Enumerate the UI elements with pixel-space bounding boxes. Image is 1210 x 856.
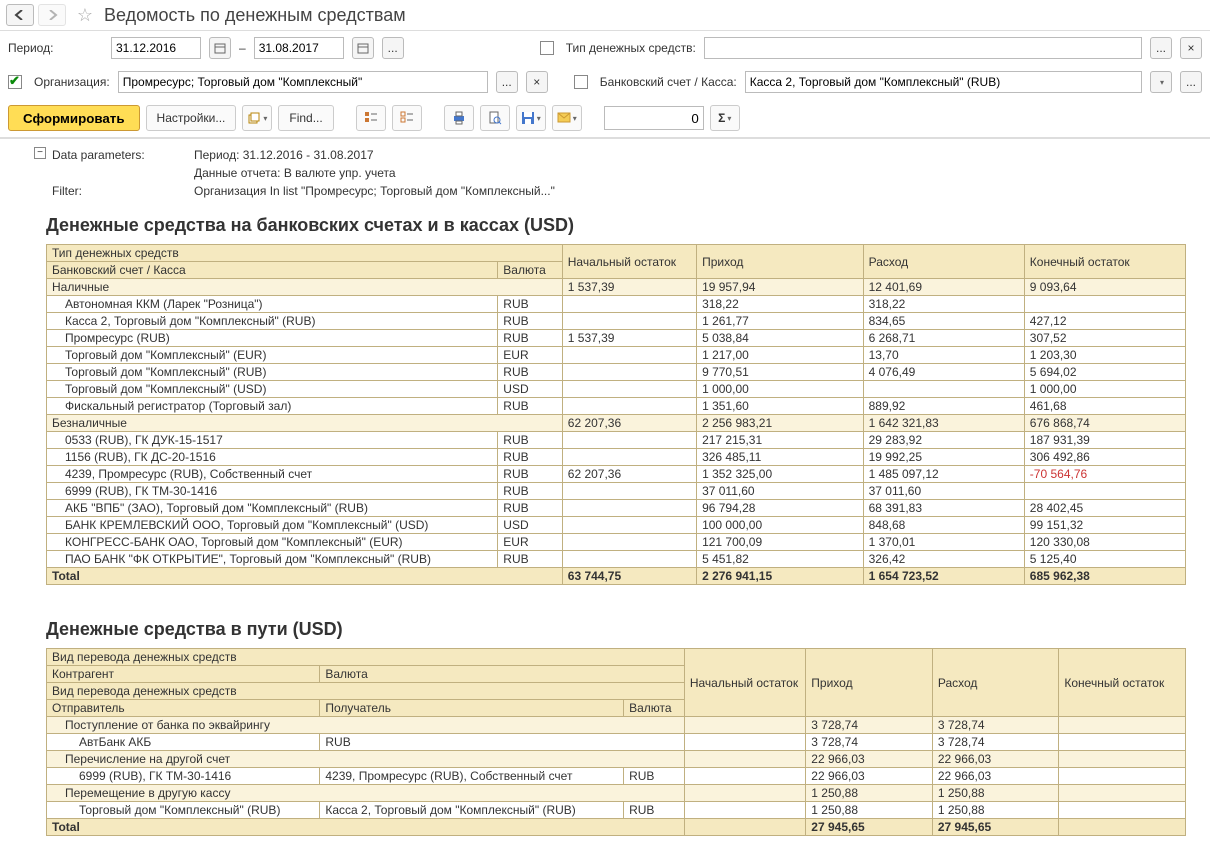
data-row[interactable]: Промресурс (RUB)RUB1 537,395 038,846 268…: [47, 330, 1186, 347]
group-row[interactable]: Наличные1 537,3919 957,9412 401,699 093,…: [47, 279, 1186, 296]
period-separator: –: [239, 41, 246, 55]
account-dropdown-button[interactable]: ▾: [1150, 71, 1172, 93]
total-row: Total27 945,6527 945,65: [47, 819, 1186, 836]
funds-type-clear-button[interactable]: ×: [1180, 37, 1202, 59]
copy-button[interactable]: ▾: [242, 105, 272, 131]
data-row[interactable]: АКБ "ВПБ" (ЗАО), Торговый дом "Комплексн…: [47, 500, 1186, 517]
email-button[interactable]: ▾: [552, 105, 582, 131]
settings-button[interactable]: Настройки...: [146, 105, 237, 131]
funds-type-label: Тип денежных средств:: [566, 41, 696, 55]
sigma-button[interactable]: Σ▾: [710, 105, 740, 131]
data-row[interactable]: 1156 (RUB), ГК ДС-20-1516RUB326 485,1119…: [47, 449, 1186, 466]
data-row[interactable]: Фискальный регистратор (Торговый зал)RUB…: [47, 398, 1186, 415]
data-row[interactable]: Торговый дом "Комплексный" (RUB)RUB9 770…: [47, 364, 1186, 381]
org-select-button[interactable]: ...: [496, 71, 518, 93]
favorite-star-icon[interactable]: ☆: [74, 4, 96, 26]
group-row[interactable]: Перечисление на другой счет22 966,0322 9…: [47, 751, 1186, 768]
data-row[interactable]: Торговый дом "Комплексный" (USD)USD1 000…: [47, 381, 1186, 398]
account-checkbox[interactable]: [574, 75, 588, 89]
data-row[interactable]: 6999 (RUB), ГК ТМ-30-1416RUB37 011,6037 …: [47, 483, 1186, 500]
data-row[interactable]: 6999 (RUB), ГК ТМ-30-14164239, Промресур…: [47, 768, 1186, 785]
total-row: Total63 744,752 276 941,151 654 723,5268…: [47, 568, 1186, 585]
data-row[interactable]: БАНК КРЕМЛЕВСКИЙ ООО, Торговый дом "Комп…: [47, 517, 1186, 534]
sum-field[interactable]: [604, 106, 704, 130]
org-input[interactable]: [118, 71, 488, 93]
expand-all-button[interactable]: [356, 105, 386, 131]
collapse-all-button[interactable]: [392, 105, 422, 131]
account-label: Банковский счет / Касса:: [600, 75, 737, 89]
section2-title: Денежные средства в пути (USD): [46, 619, 1202, 640]
save-button[interactable]: ▾: [516, 105, 546, 131]
data-row[interactable]: Автономная ККМ (Ларек "Розница")RUB318,2…: [47, 296, 1186, 313]
calendar-from-icon[interactable]: [209, 37, 231, 59]
org-label: Организация:: [34, 75, 110, 89]
calendar-to-icon[interactable]: [352, 37, 374, 59]
account-input[interactable]: [745, 71, 1142, 93]
params-table: Data parameters:Период: 31.12.2016 - 31.…: [46, 145, 561, 201]
page-title: Ведомость по денежным средствам: [104, 5, 406, 26]
section2-table: Вид перевода денежных средствНачальный о…: [46, 648, 1186, 836]
preview-button[interactable]: [480, 105, 510, 131]
data-row[interactable]: КОНГРЕСС-БАНК ОАО, Торговый дом "Комплек…: [47, 534, 1186, 551]
data-row[interactable]: Торговый дом "Комплексный" (RUB)Касса 2,…: [47, 802, 1186, 819]
org-clear-button[interactable]: ×: [526, 71, 548, 93]
print-button[interactable]: [444, 105, 474, 131]
period-to-input[interactable]: [254, 37, 344, 59]
period-select-button[interactable]: ...: [382, 37, 404, 59]
org-checkbox[interactable]: [8, 75, 22, 89]
section1-table: Тип денежных средствНачальный остатокПри…: [46, 244, 1186, 585]
tree-toggle[interactable]: −: [34, 147, 46, 159]
data-row[interactable]: 4239, Промресурс (RUB), Собственный счет…: [47, 466, 1186, 483]
find-button[interactable]: Find...: [278, 105, 333, 131]
group-row[interactable]: Безналичные62 207,362 256 983,211 642 32…: [47, 415, 1186, 432]
group-row[interactable]: Перемещение в другую кассу1 250,881 250,…: [47, 785, 1186, 802]
back-button[interactable]: [6, 4, 34, 26]
data-row[interactable]: ПАО БАНК "ФК ОТКРЫТИЕ", Торговый дом "Ко…: [47, 551, 1186, 568]
funds-type-input[interactable]: [704, 37, 1142, 59]
generate-button[interactable]: Сформировать: [8, 105, 140, 131]
funds-type-select-button[interactable]: ...: [1150, 37, 1172, 59]
data-row[interactable]: АвтБанк АКБRUB3 728,743 728,74: [47, 734, 1186, 751]
data-row[interactable]: Касса 2, Торговый дом "Комплексный" (RUB…: [47, 313, 1186, 330]
group-row[interactable]: Поступление от банка по эквайрингу3 728,…: [47, 717, 1186, 734]
forward-button[interactable]: [38, 4, 66, 26]
funds-type-checkbox[interactable]: [540, 41, 554, 55]
period-label: Период:: [8, 41, 103, 55]
section1-title: Денежные средства на банковских счетах и…: [46, 215, 1202, 236]
period-from-input[interactable]: [111, 37, 201, 59]
account-select-button[interactable]: ...: [1180, 71, 1202, 93]
data-row[interactable]: 0533 (RUB), ГК ДУК-15-1517RUB217 215,312…: [47, 432, 1186, 449]
data-row[interactable]: Торговый дом "Комплексный" (EUR)EUR1 217…: [47, 347, 1186, 364]
